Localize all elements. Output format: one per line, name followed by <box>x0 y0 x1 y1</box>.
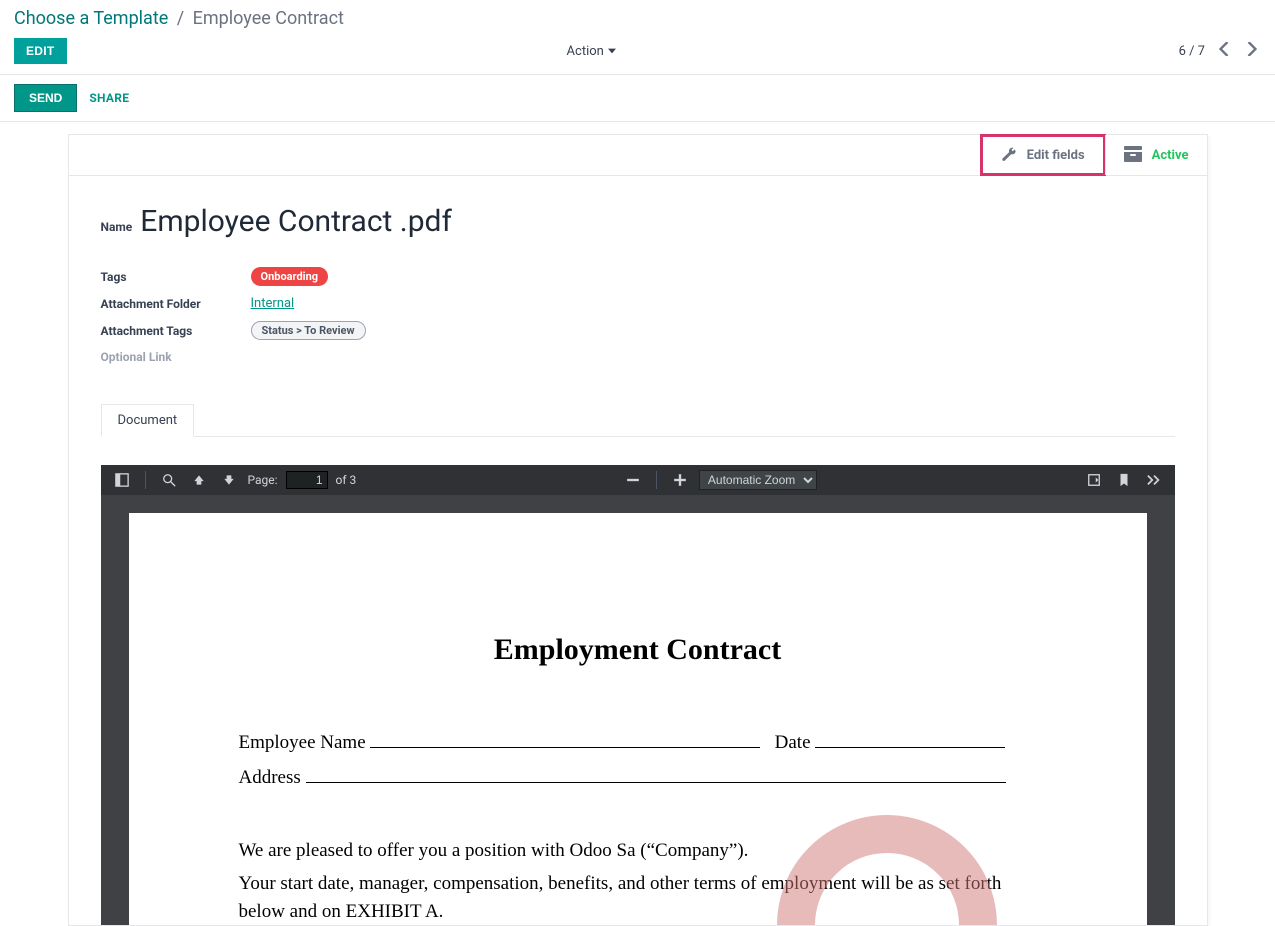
pdf-employee-name-blank <box>370 727 760 748</box>
pager: 6 / 7 <box>1179 42 1261 60</box>
pdf-page-input[interactable] <box>286 471 328 489</box>
attachment-tags-label: Attachment Tags <box>101 324 251 338</box>
minus-icon <box>626 473 640 487</box>
attachment-folder-link[interactable]: Internal <box>251 296 295 311</box>
chevron-double-right-icon <box>1147 473 1161 487</box>
pdf-zoom-in-button[interactable] <box>669 471 691 489</box>
tag-onboarding[interactable]: Onboarding <box>251 267 329 286</box>
edit-fields-label: Edit fields <box>1027 148 1085 163</box>
document-name: Employee Contract .pdf <box>140 204 452 239</box>
pdf-find-button[interactable] <box>158 471 180 489</box>
pdf-date-blank <box>815 727 1005 748</box>
arrow-down-icon <box>222 473 236 487</box>
optional-link-label: Optional Link <box>101 350 251 364</box>
pager-next-button[interactable] <box>1243 42 1261 60</box>
pdf-page: Employment Contract Employee Name Date A… <box>129 513 1147 925</box>
pdf-date-label: Date <box>775 732 811 753</box>
archive-icon <box>1124 146 1142 164</box>
pdf-zoom-select[interactable]: Automatic Zoom <box>699 470 817 490</box>
pdf-page-label: Page: <box>248 473 278 487</box>
pdf-address-label: Address <box>239 767 301 788</box>
presentation-icon <box>1087 473 1101 487</box>
name-label: Name <box>101 220 133 234</box>
pdf-page-down-button[interactable] <box>218 471 240 489</box>
tabs: Document <box>101 404 1175 437</box>
send-button[interactable]: SEND <box>14 84 77 112</box>
pdf-title: Employment Contract <box>239 633 1037 667</box>
pdf-zoom-out-button[interactable] <box>622 471 644 489</box>
wrench-icon <box>1001 147 1017 163</box>
bookmark-icon <box>1117 473 1131 487</box>
edit-fields-button[interactable]: Edit fields <box>980 134 1106 176</box>
tab-document[interactable]: Document <box>101 404 195 437</box>
pdf-tools-button[interactable] <box>1143 471 1165 489</box>
arrow-up-icon <box>192 473 206 487</box>
secondary-bar: SEND SHARE <box>0 75 1275 122</box>
search-icon <box>162 473 176 487</box>
breadcrumb-parent-link[interactable]: Choose a Template <box>14 8 168 29</box>
pager-text: 6 / 7 <box>1179 44 1205 59</box>
pdf-sidebar-toggle[interactable] <box>111 471 133 489</box>
pdf-viewer: Page: of 3 Automatic Zoom <box>101 465 1175 925</box>
pdf-page-up-button[interactable] <box>188 471 210 489</box>
action-dropdown[interactable]: Action <box>567 44 616 59</box>
attachment-tags-value: Status > To Review <box>251 321 1175 340</box>
pdf-address-blank <box>306 762 1006 783</box>
pdf-bookmark-button[interactable] <box>1113 471 1135 489</box>
attachment-folder-label: Attachment Folder <box>101 297 251 311</box>
pdf-watermark-icon <box>777 815 997 925</box>
statusbar: Edit fields Active <box>69 135 1207 176</box>
tags-value: Onboarding <box>251 267 1175 286</box>
title-row: Name Employee Contract .pdf <box>101 204 1175 239</box>
attachment-folder-value: Internal <box>251 296 1175 311</box>
edit-button[interactable]: EDIT <box>14 38 67 64</box>
form-sheet: Edit fields Active Name Employee Contrac… <box>68 134 1208 926</box>
breadcrumb: Choose a Template / Employee Contract <box>0 0 1275 32</box>
pager-prev-button[interactable] <box>1215 42 1233 60</box>
pdf-presentation-button[interactable] <box>1083 471 1105 489</box>
breadcrumb-current: Employee Contract <box>193 8 344 29</box>
active-label: Active <box>1152 148 1189 163</box>
breadcrumb-separator: / <box>177 8 184 29</box>
action-label: Action <box>567 44 604 59</box>
pdf-page-of: of 3 <box>336 473 357 487</box>
pdf-toolbar: Page: of 3 Automatic Zoom <box>101 465 1175 495</box>
tag-status-to-review[interactable]: Status > To Review <box>251 321 366 340</box>
caret-down-icon <box>608 47 616 55</box>
tags-label: Tags <box>101 270 251 284</box>
share-link[interactable]: SHARE <box>89 91 129 105</box>
active-button[interactable]: Active <box>1105 135 1207 175</box>
plus-icon <box>673 473 687 487</box>
pdf-employee-name-label: Employee Name <box>239 732 366 753</box>
control-bar: EDIT Action 6 / 7 <box>0 32 1275 75</box>
